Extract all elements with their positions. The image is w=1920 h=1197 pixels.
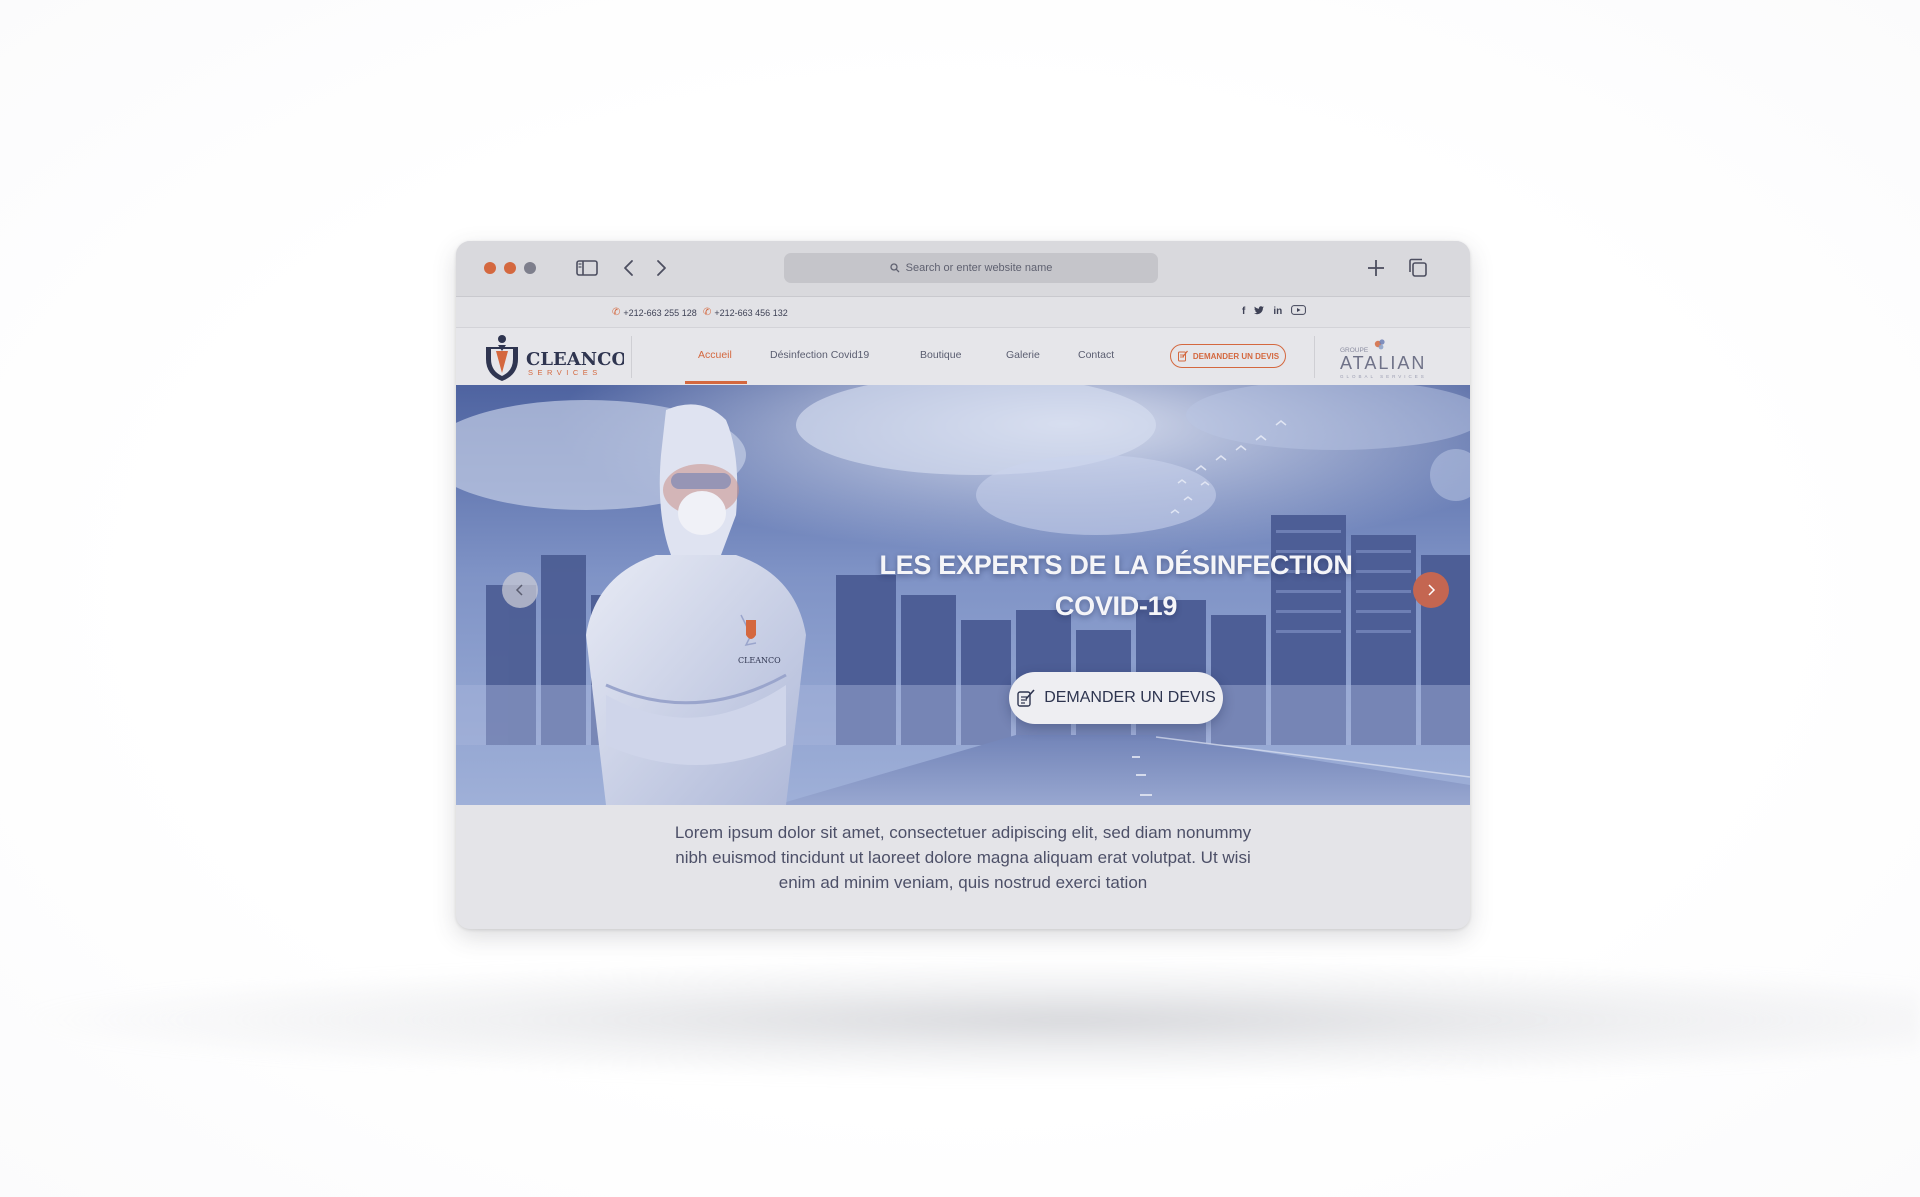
atalian-logo[interactable]: GROUPE ATALIAN GLOBAL SERVICES: [1326, 334, 1436, 382]
nav-item-galerie[interactable]: Galerie: [1006, 349, 1040, 361]
close-window-button[interactable]: [484, 262, 496, 274]
slider-prev-button[interactable]: [502, 572, 538, 608]
nav-item-contact[interactable]: Contact: [1078, 349, 1114, 361]
nav-item-accueil[interactable]: Accueil: [698, 349, 732, 361]
floor-shadow: [30, 960, 1920, 1080]
browser-toolbar: Search or enter website name: [456, 241, 1470, 297]
cleanco-logo[interactable]: CLEANCO SERVICES: [484, 333, 627, 383]
nav-quote-label: DEMANDER UN DEVIS: [1192, 351, 1280, 361]
main-navigation: CLEANCO SERVICES Accueil Désinfection Co…: [456, 328, 1470, 385]
hero-title-line-1: LES EXPERTS DE LA DÉSINFECTION: [879, 550, 1353, 580]
browser-window: Search or enter website name ✆ +212-663 …: [456, 241, 1470, 929]
hero-title-line-2: COVID-19: [1054, 591, 1178, 621]
suit-logo-text: CLEANCO: [738, 656, 781, 665]
phone-1-text: +212-663 255 128: [623, 307, 697, 318]
social-links: f in: [1242, 305, 1307, 318]
chevron-left-icon[interactable]: [616, 255, 642, 281]
slider-next-button[interactable]: [1413, 572, 1449, 608]
nav-item-boutique[interactable]: Boutique: [920, 349, 961, 361]
search-icon: [889, 263, 900, 273]
chevron-left-icon: [515, 584, 523, 596]
active-nav-indicator: [685, 381, 747, 384]
linkedin-icon[interactable]: in: [1273, 306, 1282, 317]
form-icon: [1017, 689, 1035, 707]
nav-item-desinfection[interactable]: Désinfection Covid19: [770, 349, 869, 361]
divider: [1314, 336, 1315, 378]
plus-icon[interactable]: [1363, 255, 1389, 281]
chevron-right-icon[interactable]: [648, 255, 674, 281]
address-placeholder: Search or enter website name: [905, 262, 1053, 274]
nav-quote-button[interactable]: DEMANDER UN DEVIS: [1170, 344, 1286, 368]
hero-quote-button[interactable]: DEMANDER UN DEVIS: [1009, 672, 1223, 724]
chevron-right-icon: [1428, 584, 1436, 596]
partner-tagline: GLOBAL SERVICES: [1340, 374, 1427, 379]
sidebar-icon[interactable]: [574, 255, 600, 281]
phone-icon: ✆: [703, 307, 712, 318]
phone-icon: ✆: [612, 307, 621, 318]
form-icon: [1177, 350, 1188, 362]
tabs-icon[interactable]: [1405, 255, 1431, 281]
hero-title: LES EXPERTS DE LA DÉSINFECTION COVID-19: [856, 545, 1376, 627]
youtube-icon[interactable]: [1291, 305, 1307, 318]
zoom-window-button[interactable]: [524, 262, 536, 274]
intro-paragraph: Lorem ipsum dolor sit amet, consectetuer…: [674, 823, 1252, 892]
window-controls: [484, 262, 536, 274]
minimize-window-button[interactable]: [504, 262, 516, 274]
hero-slider: CLEANCO LES EXPERTS DE LA DÉSINFECTION C…: [456, 385, 1470, 805]
website: ✆ +212-663 255 128 ✆ +212-663 456 132 f …: [456, 297, 1470, 929]
divider: [631, 336, 632, 378]
partner-name: ATALIAN: [1340, 353, 1426, 373]
address-bar[interactable]: Search or enter website name: [784, 253, 1158, 283]
logo-secondary-text: SERVICES: [528, 368, 602, 377]
phone-1[interactable]: ✆ +212-663 255 128: [612, 307, 697, 318]
contact-bar: ✆ +212-663 255 128 ✆ +212-663 456 132 f …: [456, 297, 1470, 328]
phone-2-text: +212-663 456 132: [714, 307, 788, 318]
facebook-icon[interactable]: f: [1242, 306, 1245, 317]
logo-primary-text: CLEANCO: [526, 349, 624, 370]
hero-quote-label: DEMANDER UN DEVIS: [1044, 689, 1216, 706]
twitter-icon[interactable]: [1254, 305, 1265, 318]
phone-2[interactable]: ✆ +212-663 456 132: [703, 307, 788, 318]
mockup-scene: Search or enter website name ✆ +212-663 …: [0, 0, 1920, 1197]
